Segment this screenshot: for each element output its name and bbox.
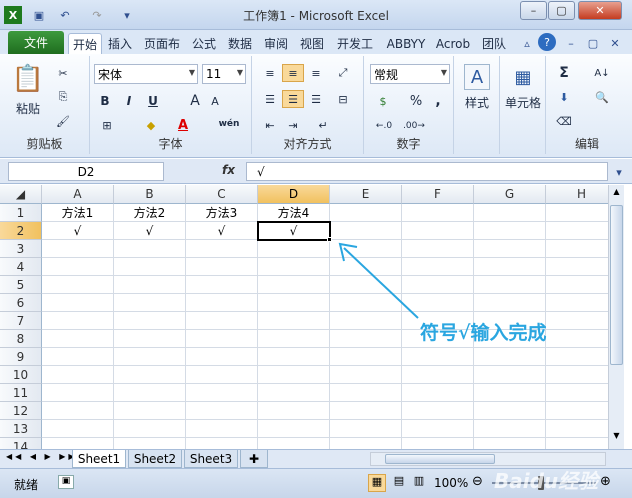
zoom-in-icon[interactable]: ⊕: [600, 474, 611, 489]
scrollbar-thumb[interactable]: [610, 205, 623, 365]
macro-record-icon[interactable]: ▣: [58, 475, 74, 489]
scroll-up-icon[interactable]: ▲: [610, 187, 623, 201]
annotation-text: 符号√输入完成: [420, 322, 547, 344]
hscroll-thumb[interactable]: [385, 454, 495, 464]
normal-view-icon[interactable]: ▦: [368, 474, 386, 492]
page-layout-view-icon[interactable]: ▤: [390, 474, 408, 492]
annotation-arrow: [338, 242, 419, 319]
vertical-scrollbar[interactable]: ▲ ▼: [608, 185, 624, 449]
status-bar: 就绪 ▣ ▦ ▤ ▥ 100% ⊖ ⊕ Baidu经验: [0, 468, 632, 498]
insert-sheet-icon[interactable]: ✚: [240, 450, 268, 468]
sheet-nav-icon[interactable]: ◀◀ ◀ ▶ ▶▶: [6, 452, 78, 461]
sheet-tab-3[interactable]: Sheet3: [184, 450, 238, 468]
sheet-tab-1[interactable]: Sheet1: [72, 450, 126, 468]
sheet-tab-2[interactable]: Sheet2: [128, 450, 182, 468]
zoom-out-icon[interactable]: ⊖: [472, 474, 483, 489]
watermark-text: Baidu经验: [494, 469, 599, 493]
scroll-down-icon[interactable]: ▼: [610, 431, 623, 445]
page-break-view-icon[interactable]: ▥: [410, 474, 428, 492]
horizontal-scrollbar[interactable]: [370, 452, 606, 466]
zoom-level[interactable]: 100%: [434, 476, 468, 490]
status-ready: 就绪: [14, 478, 39, 492]
